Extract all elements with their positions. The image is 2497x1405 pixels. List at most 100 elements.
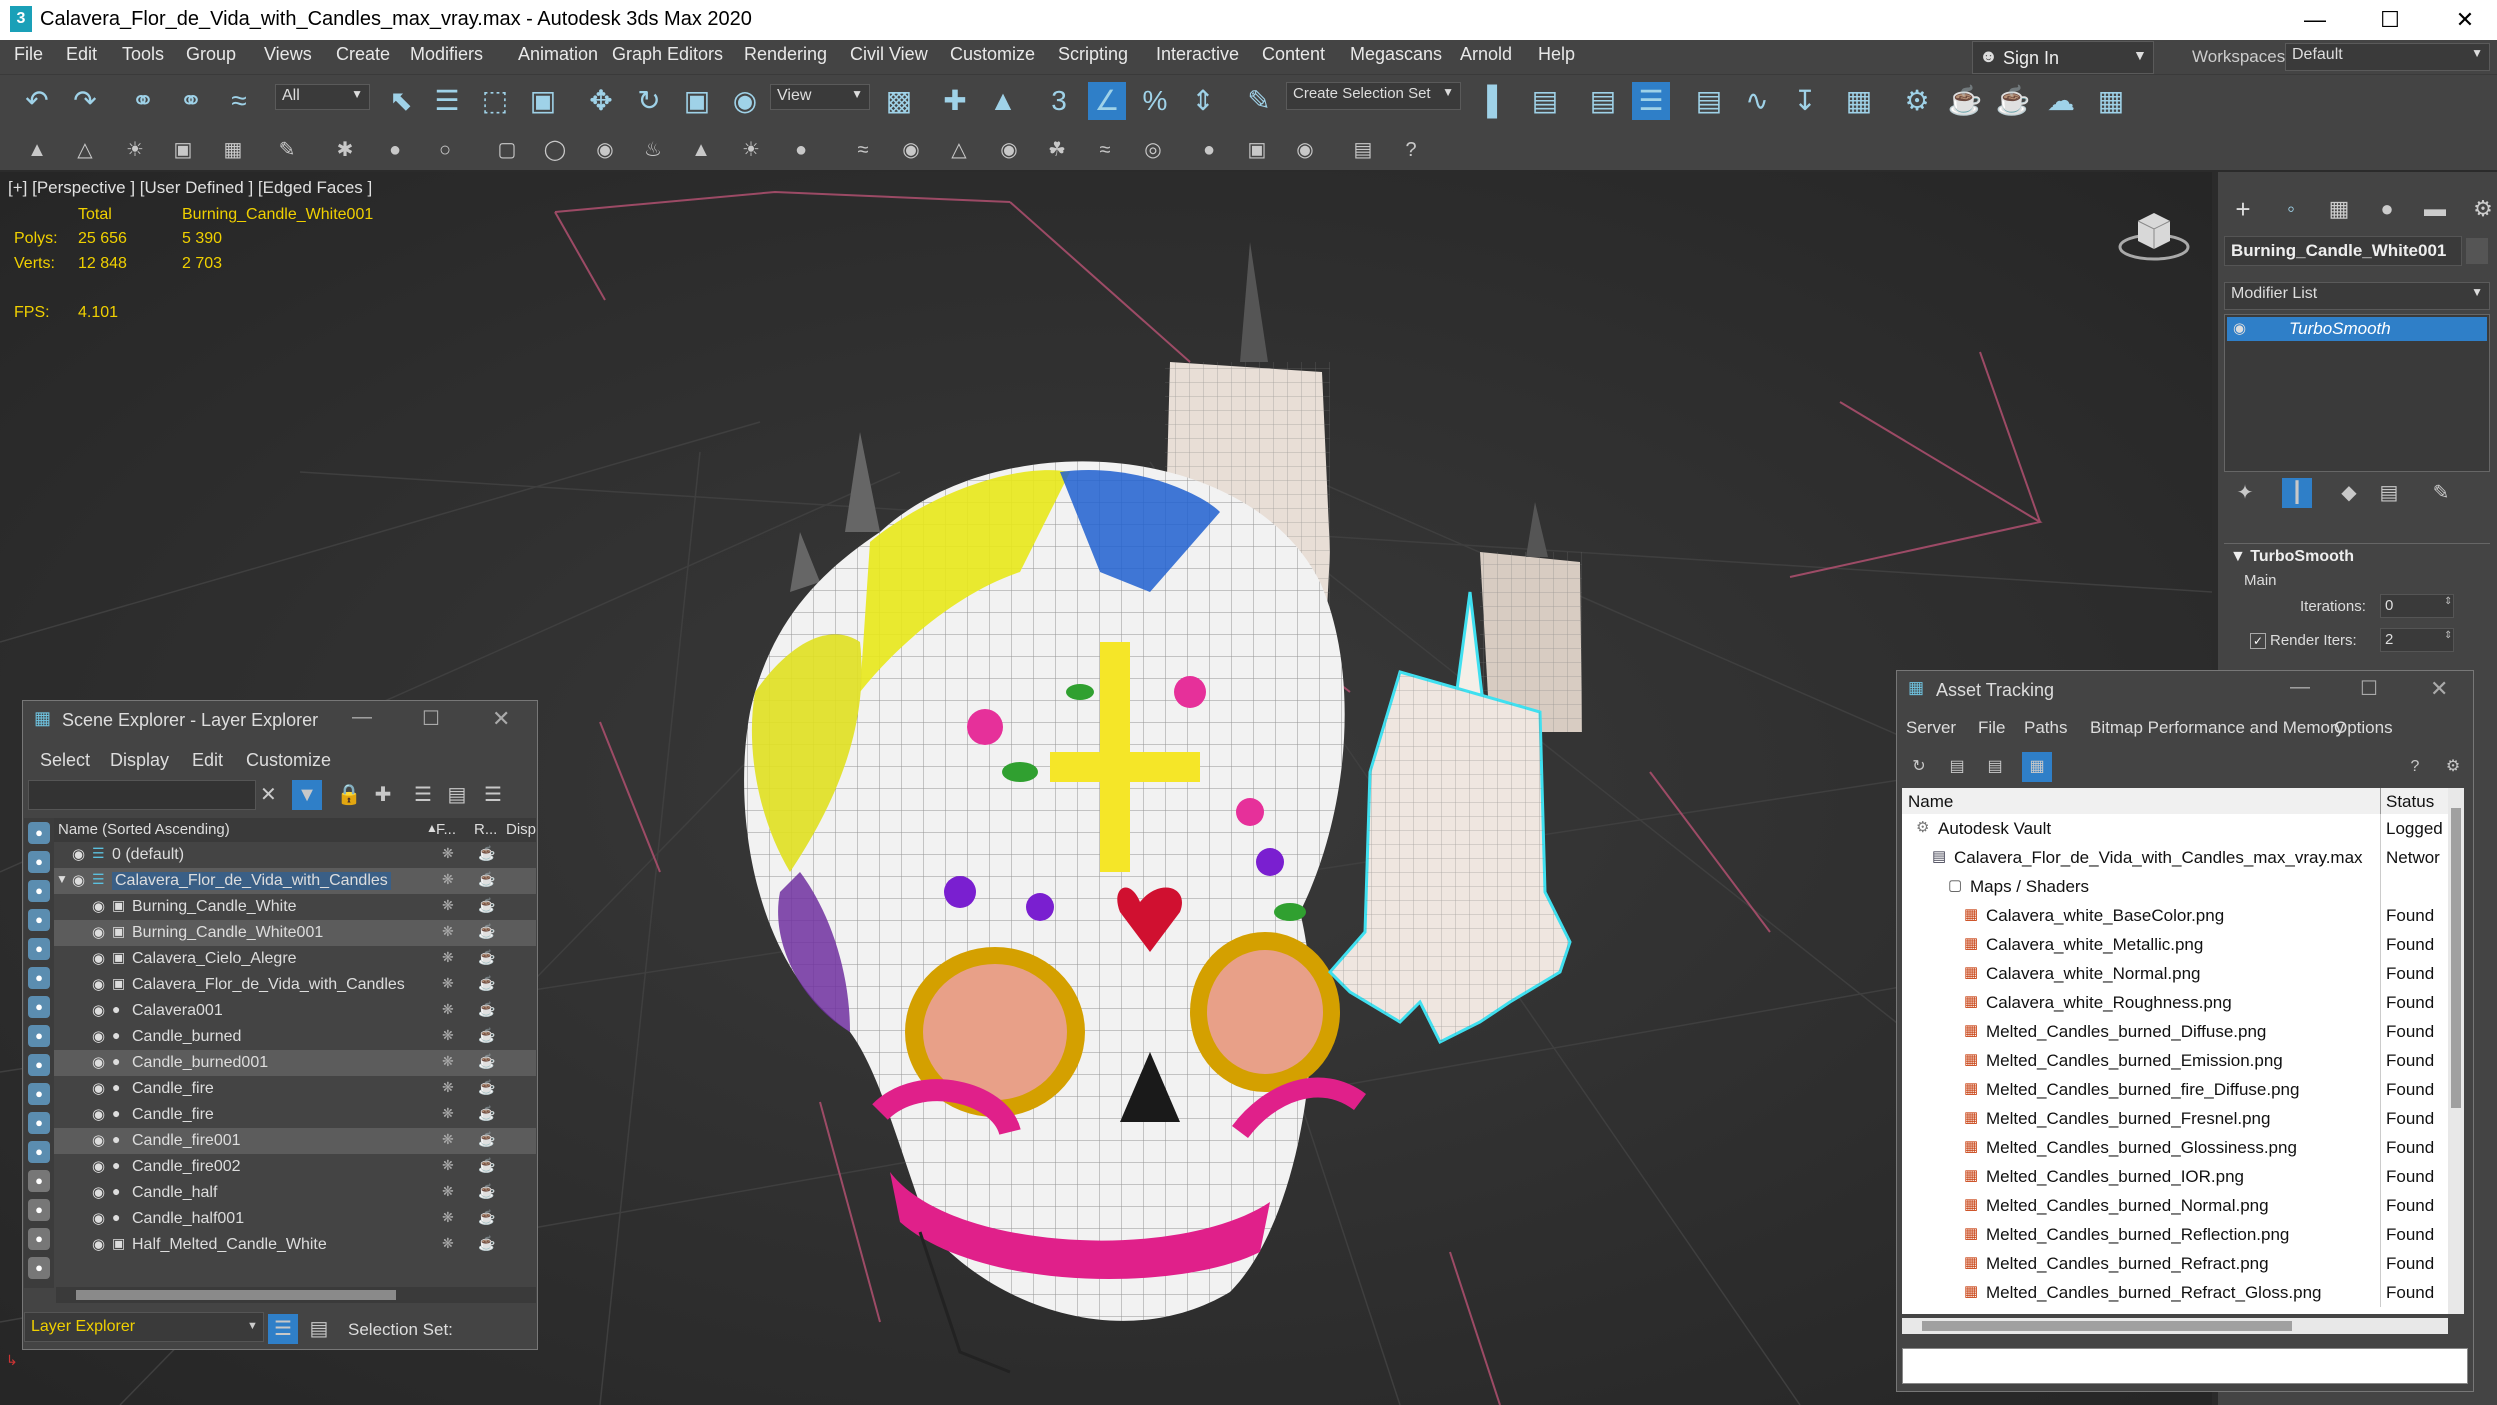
show-end-result-icon[interactable]: ┃	[2282, 478, 2312, 508]
hierarchy-toggle-icon[interactable]: ▤	[304, 1314, 334, 1344]
display-groups-icon[interactable]: ●	[28, 1025, 50, 1047]
utilities-tab-icon[interactable]: ⚙	[2464, 190, 2497, 228]
scrollbar-thumb[interactable]	[1922, 1321, 2292, 1331]
display-cameras-icon[interactable]: ●	[28, 909, 50, 931]
column-name-header[interactable]: Name	[1908, 792, 1953, 812]
render-toggle-icon[interactable]: ☕	[478, 975, 495, 992]
visibility-eye-icon[interactable]: ◉	[92, 1235, 105, 1253]
filter-icon[interactable]: ▼	[292, 780, 322, 810]
asset-tracking-menu-options[interactable]: Options	[2334, 718, 2393, 738]
freeze-toggle-icon[interactable]: ❋	[442, 923, 454, 940]
render-toggle-icon[interactable]: ☕	[478, 1183, 495, 1200]
freeze-toggle-icon[interactable]: ❋	[442, 1183, 454, 1200]
vr-camera-icon[interactable]: ◉	[1290, 135, 1320, 165]
display-all-icon[interactable]: ●	[28, 1199, 50, 1221]
shapes-icon[interactable]: △	[70, 135, 100, 165]
asset-row[interactable]: ▦ Calavera_white_Normal.png Found	[1902, 959, 2448, 988]
keyboard-shortcut-override-icon[interactable]: ▲	[984, 82, 1022, 120]
add-layer-icon[interactable]: ✚	[368, 780, 398, 810]
freeze-toggle-icon[interactable]: ❋	[442, 1105, 454, 1122]
column-display-header[interactable]: Disp	[506, 821, 536, 838]
visibility-eye-icon[interactable]: ◉	[92, 1105, 105, 1123]
texture-icon[interactable]: ◎	[1138, 135, 1168, 165]
asset-path-field[interactable]	[1902, 1348, 2468, 1384]
unlink-icon[interactable]: ⚭	[172, 82, 210, 120]
freeze-toggle-icon[interactable]: ❋	[442, 1001, 454, 1018]
visibility-eye-icon[interactable]: ◉	[92, 923, 105, 941]
place-icon[interactable]: ◉	[726, 82, 764, 120]
named-selection-set-dropdown[interactable]: Create Selection Set ▼	[1286, 82, 1461, 110]
align-icon[interactable]: ▤	[1526, 82, 1564, 120]
toggle-ribbon-icon[interactable]: ▤	[1690, 82, 1728, 120]
asset-tracking-menu-file[interactable]: File	[1978, 718, 2005, 738]
scene-explorer-menu-customize[interactable]: Customize	[246, 750, 331, 771]
freeze-toggle-icon[interactable]: ❋	[442, 1209, 454, 1226]
rendered-frame-window-icon[interactable]: ☕	[1946, 82, 1984, 120]
snaps-toggle-icon[interactable]: 3	[1040, 82, 1078, 120]
asset-vertical-scrollbar[interactable]	[2448, 788, 2464, 1314]
display-containers-icon[interactable]: ●	[28, 1112, 50, 1134]
bind-space-warp-icon[interactable]: ≈	[220, 82, 258, 120]
hair-icon[interactable]: ≈	[848, 135, 878, 165]
toggle-layer-explorer-icon[interactable]: ☰	[1632, 82, 1670, 120]
column-render-header[interactable]: R...	[474, 821, 497, 838]
column-name-header[interactable]: Name (Sorted Ascending)	[58, 821, 230, 838]
asset-row[interactable]: ▦ Melted_Candles_burned_IOR.png Found	[1902, 1162, 2448, 1191]
render-toggle-icon[interactable]: ☕	[478, 1235, 495, 1252]
close-icon[interactable]: ✕	[492, 706, 510, 732]
visibility-eye-icon[interactable]: ◉	[72, 871, 85, 889]
menu-rendering[interactable]: Rendering	[744, 44, 827, 65]
display-frozen-icon[interactable]: ●	[28, 1141, 50, 1163]
close-icon[interactable]: ✕	[2430, 0, 2497, 40]
scene-explorer-row[interactable]: ◉ ● Candle_fire ❋ ☕	[54, 1102, 536, 1128]
menu-file[interactable]: File	[14, 44, 43, 65]
maximize-icon[interactable]: ☐	[2355, 0, 2425, 40]
circle-icon[interactable]: ●	[786, 135, 816, 165]
display-bones-icon[interactable]: ●	[28, 1083, 50, 1105]
close-icon[interactable]: ✕	[2430, 676, 2448, 702]
scene-explorer-row[interactable]: ◉ ● Candle_half ❋ ☕	[54, 1180, 536, 1206]
scale-icon[interactable]: ▣	[678, 82, 716, 120]
visibility-eye-icon[interactable]: ◉	[92, 1027, 105, 1045]
render-toggle-icon[interactable]: ☕	[478, 1079, 495, 1096]
layer-stack-icon[interactable]: ☰	[408, 780, 438, 810]
select-by-name-icon[interactable]: ☰	[428, 82, 466, 120]
freeze-toggle-icon[interactable]: ❋	[442, 1235, 454, 1252]
select-manipulate-icon[interactable]: ✚	[936, 82, 974, 120]
schematic-view-icon[interactable]: ↧	[1786, 82, 1824, 120]
teapot-icon[interactable]: ♨	[638, 135, 668, 165]
pin-stack-icon[interactable]: ✦	[2230, 478, 2260, 508]
brush-icon[interactable]: ✎	[272, 135, 302, 165]
scene-explorer-row[interactable]: ◉ ● Candle_fire002 ❋ ☕	[54, 1154, 536, 1180]
column-status-header[interactable]: Status	[2386, 792, 2434, 812]
viewcube-icon[interactable]	[2118, 205, 2190, 265]
toggle-scene-explorer-icon[interactable]: ▤	[1584, 82, 1622, 120]
render-toggle-icon[interactable]: ☕	[478, 897, 495, 914]
display-geometry-icon[interactable]: ●	[28, 851, 50, 873]
scrollbar-thumb[interactable]	[76, 1290, 396, 1300]
scene-explorer-search-input[interactable]	[28, 780, 256, 810]
visibility-eye-icon[interactable]: ◉	[92, 1001, 105, 1019]
freeze-toggle-icon[interactable]: ❋	[442, 1131, 454, 1148]
layers-icon[interactable]: ☰	[478, 780, 508, 810]
tree-view-icon[interactable]: ▤	[1980, 752, 2010, 782]
freeze-toggle-icon[interactable]: ❋	[442, 1157, 454, 1174]
minimize-icon[interactable]: —	[2290, 676, 2310, 699]
workspaces-dropdown[interactable]: Default ▼	[2285, 43, 2490, 71]
render-in-cloud-icon[interactable]: ☁	[2042, 82, 2080, 120]
motion-tab-icon[interactable]: ●	[2368, 190, 2406, 228]
freeze-toggle-icon[interactable]: ❋	[442, 1027, 454, 1044]
pivot-center-icon[interactable]: ▩	[880, 82, 918, 120]
asset-row[interactable]: ▦ Melted_Candles_burned_Refract_Gloss.png…	[1902, 1278, 2448, 1307]
capsule-icon[interactable]: ◉	[896, 135, 926, 165]
link-icon[interactable]: ⚭	[124, 82, 162, 120]
render-toggle-icon[interactable]: ☕	[478, 923, 495, 940]
scene-explorer-row[interactable]: ◉ ● Candle_fire001 ❋ ☕	[54, 1128, 536, 1154]
freeze-toggle-icon[interactable]: ❋	[442, 1079, 454, 1096]
create-tab-icon[interactable]: +	[2224, 190, 2262, 228]
column-frozen-header[interactable]: F...	[436, 821, 456, 838]
render-toggle-icon[interactable]: ☕	[478, 1027, 495, 1044]
dome-icon[interactable]: ◯	[540, 135, 570, 165]
scene-explorer-menu-edit[interactable]: Edit	[192, 750, 223, 771]
display-spacewarps-icon[interactable]: ●	[28, 996, 50, 1018]
